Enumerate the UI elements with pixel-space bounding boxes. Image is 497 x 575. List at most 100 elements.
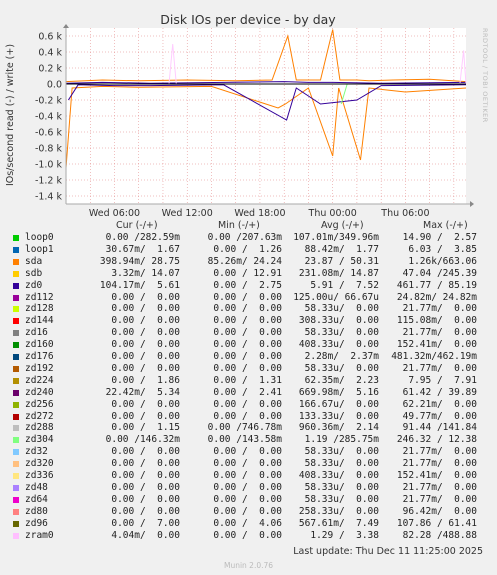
legend-avg-value: 107.01m/349.96m [293,232,379,243]
legend-row-zd192: zd192 0.00 / 0.00 0.00 / 0.00 58.33u/ 0.00 2… [0,363,497,375]
legend-avg-value: 1.29 / 3.38 [310,529,379,541]
legend-cur-value: 30.67m/ 1.67 [105,243,180,255]
legend-cur-value: 398.94m/ 28.75 [99,255,180,267]
legend-cur-value: 0.00 / 0.00 [111,351,180,362]
legend-avg-value: 2.28m/ 2.37m [304,351,379,362]
y-axis-arrow [63,24,69,28]
legend-cur-value: 0.00 / 0.00 [111,505,180,517]
legend-swatch [13,270,19,277]
legend-name: zd240 [25,386,54,398]
legend-min-value: 0.00 / 0.00 [213,481,282,493]
legend-min-value: 0.00 / 4.06 [213,517,282,529]
legend-swatch [13,520,19,527]
legend-header-cur: Cur (-/+) [116,220,158,231]
legend-min-value: 0.00 / 0.00 [213,291,282,303]
legend-cur-value: 0.00 / 0.00 [111,339,180,351]
legend-swatch [13,401,19,408]
legend-min-value: 0.00 / 0.00 [213,351,282,362]
legend-row-zd304: zd304 0.00 /146.32m 0.00 /143.58m 1.19 /285… [0,434,497,446]
legend-max-value: 481.32m/462.19m [391,351,477,362]
y-tick-label: -1.4 k [35,192,63,203]
legend-min-value: 0.00 / 0.00 [213,398,282,410]
legend-name: zd64 [25,493,48,505]
legend-min-value: 0.00 / 2.41 [213,386,282,398]
legend-avg-value: 5.91 / 7.52 [310,279,379,291]
legend-avg-value: 258.33u/ 0.00 [298,505,379,517]
legend-row-zd160: zd160 0.00 / 0.00 0.00 / 0.00 408.33u/ 0.00… [0,339,497,351]
legend-avg-value: 58.33u/ 0.00 [304,327,379,339]
legend-swatch [13,496,19,503]
legend-max-value: 47.04 /245.39 [402,267,477,279]
legend-min-value: 0.00 / 0.00 [213,505,282,517]
x-axis-arrow [470,201,474,207]
legend-cur-value: 104.17m/ 5.61 [99,279,180,291]
legend-cur-value: 0.00 / 0.00 [111,398,180,410]
legend-min-value: 0.00 / 0.00 [213,458,282,470]
legend-max-value: 152.41m/ 0.00 [396,470,477,481]
legend-row-sda: sda 398.94m/ 28.75 85.26m/ 24.24 23.87 / 50… [0,256,497,268]
legend-cur-value: 0.00 / 0.00 [111,303,180,315]
y-axis-label: IOs/second read (-) / write (+) [5,44,16,186]
legend-swatch [13,437,19,444]
legend-avg-value: 166.67u/ 0.00 [298,398,379,410]
legend-min-value: 0.00 /143.58m [207,434,282,446]
legend-row-zd96: zd96 0.00 / 7.00 0.00 / 4.06 567.61m/ 7.49 1… [0,518,497,530]
legend-row-zd48: zd48 0.00 / 0.00 0.00 / 0.00 58.33u/ 0.00 21… [0,482,497,494]
legend-min-value: 0.00 / 0.00 [213,529,282,541]
legend-name: zd112 [25,291,54,303]
legend-swatch [13,532,19,539]
legend-min-value: 0.00 / 2.75 [213,279,282,291]
legend-avg-value: 58.33u/ 0.00 [304,458,379,470]
legend-min-value: 0.00 / 1.26 [213,243,282,255]
legend-max-value: 115.08m/ 0.00 [396,315,477,327]
legend-max-value: 96.42m/ 0.00 [402,505,477,517]
legend-max-value: 107.86 / 61.41 [396,517,477,529]
legend-row-loop1: loop1 30.67m/ 1.67 0.00 / 1.26 88.42m/ 1.77… [0,244,497,256]
legend-min-value: 0.00 /207.63m [207,232,282,243]
legend-name: loop0 [25,232,54,243]
legend-name: zd224 [25,374,54,386]
legend-swatch [13,508,19,515]
legend-row-zd288: zd288 0.00 / 1.15 0.00 /746.78m 960.36m/ 2.… [0,422,497,434]
legend-avg-value: 58.33u/ 0.00 [304,303,379,315]
legend-name: zd256 [25,398,54,410]
y-tick-label: -0.2 k [35,96,63,107]
legend-cur-value: 0.00 / 0.00 [111,481,180,493]
legend-max-value: 61.42 / 39.89 [402,386,477,398]
legend-min-value: 0.00 /746.78m [207,422,282,434]
legend-avg-value: 231.08m/ 14.87 [298,267,379,279]
chart-title: Disk IOs per device - by day [160,12,336,27]
legend-row-zd320: zd320 0.00 / 0.00 0.00 / 0.00 58.33u/ 0.00 2… [0,458,497,470]
legend-row-loop0: loop0 0.00 /282.59m 0.00 /207.63m 107.01m/3… [0,232,497,244]
legend-min-value: 0.00 / 0.00 [213,339,282,351]
legend-swatch [13,461,19,468]
legend-swatch [13,484,19,491]
legend-swatch [13,449,19,456]
legend-name: loop1 [25,243,54,255]
legend-min-value: 0.00 / 0.00 [213,410,282,422]
legend-name: zd96 [25,517,48,529]
x-tick-label: Wed 12:00 [162,208,213,218]
legend-avg-value: 23.87 / 50.31 [304,255,379,267]
legend-avg-value: 62.35m/ 2.23 [304,374,379,386]
legend-name: zram0 [25,529,54,541]
legend-cur-value: 0.00 / 1.15 [111,422,180,434]
legend-avg-value: 58.33u/ 0.00 [304,446,379,458]
y-tick-label: -1.2 k [35,176,63,187]
legend-min-value: 0.00 / 0.00 [213,327,282,339]
legend-swatch [13,389,19,396]
legend-cur-value: 0.00 /146.32m [105,434,180,446]
legend-avg-value: 1.19 /285.75m [304,434,379,446]
legend-min-value: 0.00 / 0.00 [213,493,282,505]
legend-avg-value: 58.33u/ 0.00 [304,362,379,374]
legend-name: zd160 [25,339,54,351]
legend-max-value: 21.77m/ 0.00 [402,362,477,374]
legend-swatch [13,354,19,360]
legend-avg-value: 669.98m/ 5.16 [298,386,379,398]
legend-swatch [13,246,19,253]
legend-avg-value: 567.61m/ 7.49 [298,517,379,529]
legend-swatch [13,413,19,420]
y-tick-label: -0.8 k [35,144,63,155]
legend-header-min: Min (-/+) [218,220,260,231]
y-tick-label: -0.4 k [35,112,63,123]
